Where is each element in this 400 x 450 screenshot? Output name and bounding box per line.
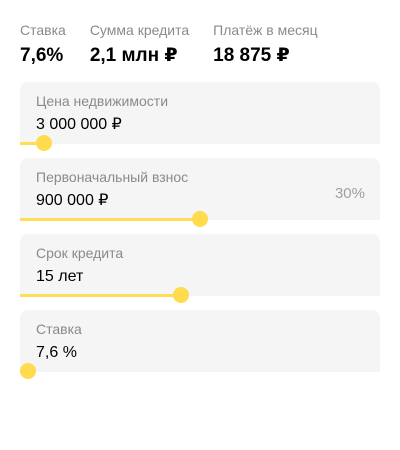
summary-rate-label: Ставка [20, 22, 66, 38]
summary-payment-label: Платёж в месяц [213, 22, 318, 38]
down-payment-field[interactable]: Первоначальный взнос 900 000 ₽ 30% [20, 158, 380, 227]
property-price-label: Цена недвижимости [36, 93, 169, 109]
summary-loan-amount: Сумма кредита 2,1 млн ₽ [90, 22, 189, 70]
loan-term-slider-fill [20, 294, 181, 297]
down-payment-slider[interactable] [20, 211, 380, 227]
property-price-slider-thumb[interactable] [36, 135, 52, 151]
interest-rate-input[interactable]: 7,6 % [36, 343, 77, 363]
summary-monthly-payment: Платёж в месяц 18 875 ₽ [213, 22, 318, 70]
property-price-slider[interactable] [20, 135, 380, 151]
summary-loan-label: Сумма кредита [89, 22, 190, 38]
interest-rate-label: Ставка [36, 321, 82, 337]
summary-loan-value: 2,1 млн ₽ [89, 45, 178, 66]
loan-term-slider[interactable] [20, 287, 380, 303]
interest-rate-slider-thumb[interactable] [20, 363, 36, 379]
loan-term-field[interactable]: Срок кредита 15 лет [20, 234, 380, 303]
down-payment-percent: 30% [334, 185, 365, 202]
down-payment-slider-fill [20, 218, 200, 221]
property-price-field[interactable]: Цена недвижимости 3 000 000 ₽ [20, 82, 380, 151]
summary-rate-value: 7,6% [20, 45, 64, 66]
mortgage-summary: Ставка 7,6% Сумма кредита 2,1 млн ₽ Плат… [20, 22, 342, 70]
loan-term-input[interactable]: 15 лет [36, 267, 83, 287]
interest-rate-field[interactable]: Ставка 7,6 % [20, 310, 380, 379]
property-price-input[interactable]: 3 000 000 ₽ [36, 115, 122, 135]
loan-term-label: Срок кредита [36, 245, 124, 261]
down-payment-input[interactable]: 900 000 ₽ [36, 191, 108, 211]
summary-rate: Ставка 7,6% [20, 22, 66, 70]
summary-payment-value: 18 875 ₽ [213, 45, 290, 66]
down-payment-label: Первоначальный взнос [36, 169, 189, 185]
down-payment-slider-thumb[interactable] [192, 211, 208, 227]
loan-term-slider-thumb[interactable] [173, 287, 189, 303]
interest-rate-slider[interactable] [20, 363, 380, 379]
